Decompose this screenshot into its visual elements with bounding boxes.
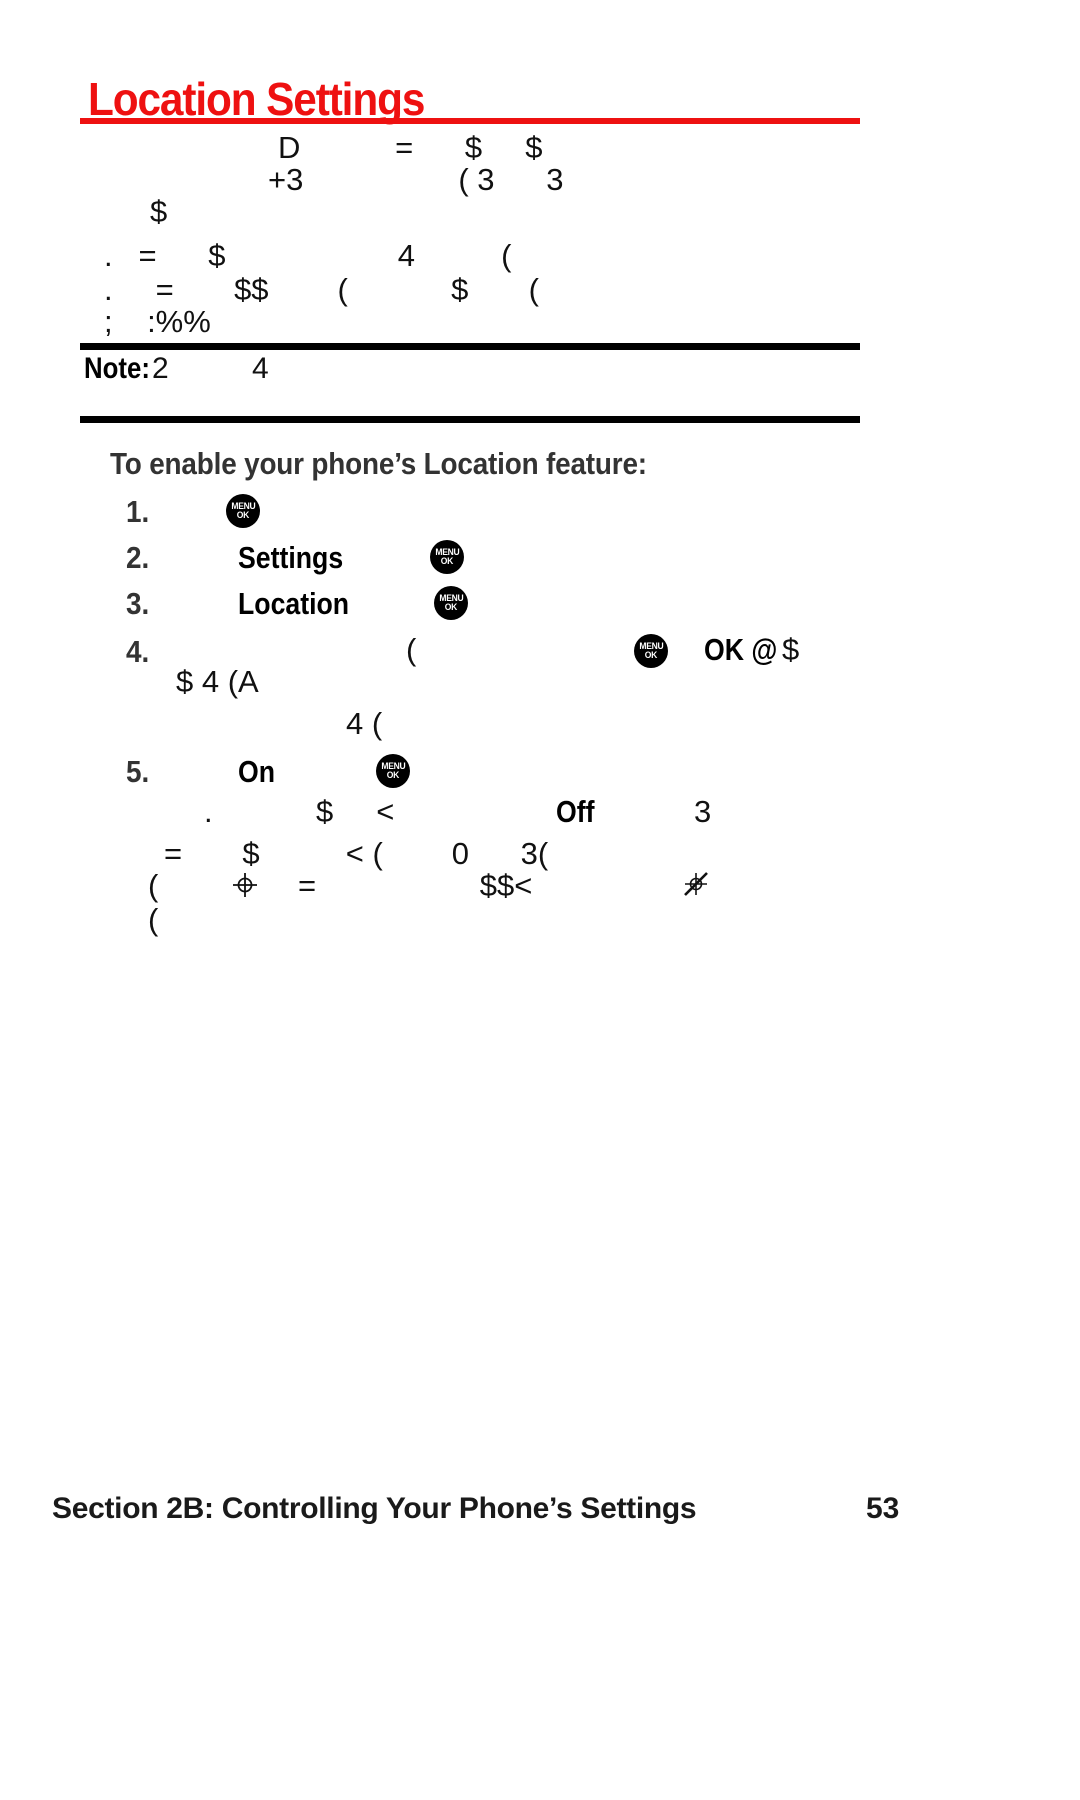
step-4-text: (: [406, 632, 417, 667]
slashed-target-icon: [684, 872, 708, 896]
title-underline-rule: [80, 118, 860, 124]
menu-ok-key-icon[interactable]: MENU OK: [434, 586, 468, 620]
menu-ok-bottom-label: OK: [444, 601, 458, 613]
step-4-continuation-2: 4 (: [346, 706, 383, 741]
manual-page: Location Settings D = $ $ +3 ( 3 3 $ . =…: [0, 0, 1080, 1800]
intro-line-5: . = $$ ( $ (: [104, 272, 539, 307]
note-label: Note:: [84, 352, 150, 385]
step-5-continuation-4: (: [148, 902, 159, 937]
step-keyword-off: Off: [556, 794, 595, 829]
step-keyword-on: On: [238, 754, 276, 789]
step-keyword-ok-at: OK @: [704, 632, 778, 667]
intro-line-2: +3 ( 3 3: [268, 162, 564, 197]
menu-ok-bottom-label: OK: [440, 555, 454, 567]
step-5-continuation-1a: . $ <: [204, 794, 395, 829]
note-bottom-rule: [80, 416, 860, 423]
menu-ok-key-icon[interactable]: MENU OK: [376, 754, 410, 788]
step-4-trailing: $: [782, 632, 800, 667]
step-number-5: 5.: [126, 754, 150, 789]
step-5-continuation-1b: 3: [694, 794, 712, 829]
intro-line-1: D = $ $: [278, 130, 543, 165]
crosshair-target-icon: [233, 873, 257, 897]
step-number-1: 1.: [126, 494, 150, 529]
menu-ok-bottom-label: OK: [386, 769, 400, 781]
step-4-continuation-1: $ 4 (A: [176, 664, 259, 699]
step-number-2: 2.: [126, 540, 150, 575]
footer-page-number: 53: [866, 1492, 900, 1525]
menu-ok-key-icon[interactable]: MENU OK: [634, 634, 668, 668]
menu-ok-bottom-label: OK: [236, 509, 250, 521]
step-5-continuation-2: = $ < ( 0 3(: [164, 836, 549, 871]
menu-ok-key-icon[interactable]: MENU OK: [430, 540, 464, 574]
intro-line-3: $: [150, 194, 168, 229]
step-number-3: 3.: [126, 586, 150, 621]
intro-line-4: . = $ 4 (: [104, 238, 512, 273]
menu-ok-key-icon[interactable]: MENU OK: [226, 494, 260, 528]
step-keyword-location: Location: [238, 586, 350, 621]
step-5-continuation-3a: (: [148, 868, 159, 903]
step-keyword-settings: Settings: [238, 540, 344, 575]
note-top-rule: [80, 343, 860, 350]
note-text: 2 4: [152, 352, 269, 385]
menu-ok-bottom-label: OK: [644, 649, 658, 661]
step-number-4: 4.: [126, 634, 150, 669]
step-5-continuation-3b: = $$<: [298, 868, 533, 903]
footer-section-label: Section 2B: Controlling Your Phone’s Set…: [52, 1492, 697, 1525]
intro-line-6: ; :%%: [104, 304, 211, 339]
procedure-heading: To enable your phone’s Location feature:: [110, 446, 647, 481]
